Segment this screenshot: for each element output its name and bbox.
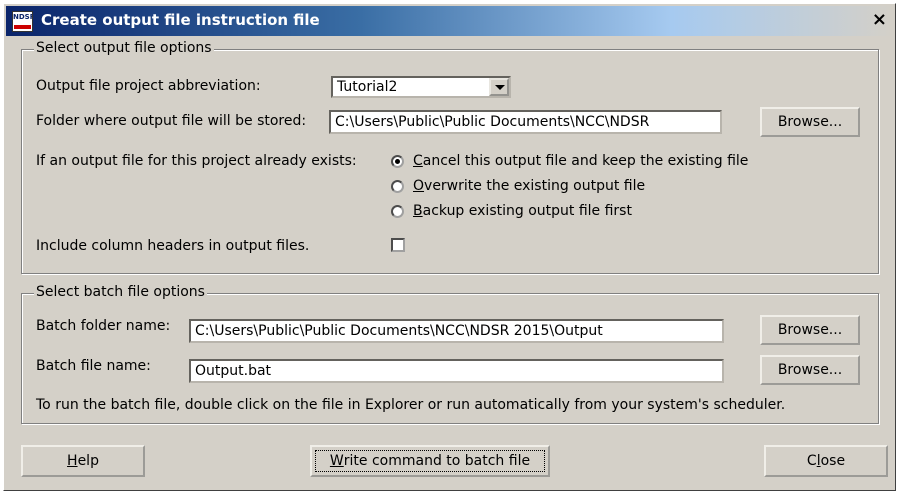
batch-file-field[interactable]: Output.bat: [189, 359, 724, 383]
batch-options-legend: Select batch file options: [34, 284, 207, 300]
batch-file-browse-label: Browse...: [777, 362, 843, 378]
app-icon-label: NDSR: [13, 13, 33, 21]
batch-folder-browse-button[interactable]: Browse...: [760, 315, 860, 345]
radio-cancel[interactable]: [391, 155, 404, 168]
radio-cancel-text: ancel this output file and keep the exis…: [422, 153, 749, 169]
batch-folder-field[interactable]: C:\Users\Public\Public Documents\NCC\NDS…: [189, 319, 724, 343]
output-folder-field[interactable]: C:\Users\Public\Public Documents\NCC\NDS…: [329, 110, 722, 134]
abbrev-label: Output file project abbreviation:: [36, 78, 261, 94]
radio-overwrite-label[interactable]: Overwrite the existing output file: [413, 178, 645, 194]
output-options-group: Select output file options Output file p…: [21, 40, 879, 274]
close-text: ose: [820, 453, 846, 469]
headers-label: Include column headers in output files.: [36, 238, 310, 254]
batch-options-group: Select batch file options Batch folder n…: [21, 284, 879, 424]
radio-overwrite-accel: O: [413, 178, 425, 194]
window-title: Create output file instruction file: [41, 11, 320, 29]
batch-file-browse-button[interactable]: Browse...: [760, 355, 860, 385]
batch-note: To run the batch file, double click on t…: [36, 397, 786, 413]
radio-backup[interactable]: [391, 205, 404, 218]
help-accel: H: [67, 453, 78, 469]
exists-label: If an output file for this project alrea…: [36, 153, 357, 169]
output-folder-browse-button[interactable]: Browse...: [760, 107, 860, 137]
radio-overwrite-text: verwrite the existing output file: [424, 178, 646, 194]
dialog-window: NDSR Create output file instruction file…: [3, 3, 896, 491]
radio-backup-text: ackup existing output file first: [422, 203, 632, 219]
close-button[interactable]: Close: [764, 445, 888, 477]
radio-cancel-accel: C: [413, 153, 423, 169]
folder-label: Folder where output file will be stored:: [36, 113, 307, 129]
abbrev-dropdown[interactable]: Tutorial2: [331, 76, 511, 98]
radio-backup-accel: B: [413, 203, 423, 219]
focus-ring: [315, 450, 545, 472]
radio-cancel-label[interactable]: Cancel this output file and keep the exi…: [413, 153, 748, 169]
help-button[interactable]: Help: [21, 445, 145, 477]
help-text: elp: [77, 453, 99, 469]
output-options-legend: Select output file options: [34, 40, 214, 56]
close-pre: C: [806, 453, 817, 469]
app-icon: NDSR: [12, 11, 33, 32]
title-bar[interactable]: NDSR Create output file instruction file…: [6, 6, 893, 36]
batch-folder-label: Batch folder name:: [36, 318, 171, 334]
close-icon[interactable]: ×: [872, 9, 887, 30]
batch-file-label: Batch file name:: [36, 358, 151, 374]
headers-checkbox[interactable]: [391, 238, 405, 252]
output-browse-label: Browse...: [777, 114, 843, 130]
batch-folder-browse-label: Browse...: [777, 322, 843, 338]
abbrev-value: Tutorial2: [337, 79, 398, 95]
radio-overwrite[interactable]: [391, 180, 404, 193]
chevron-down-icon[interactable]: [489, 78, 509, 96]
radio-backup-label[interactable]: Backup existing output file first: [413, 203, 632, 219]
write-batch-button[interactable]: Write command to batch file: [310, 445, 550, 477]
